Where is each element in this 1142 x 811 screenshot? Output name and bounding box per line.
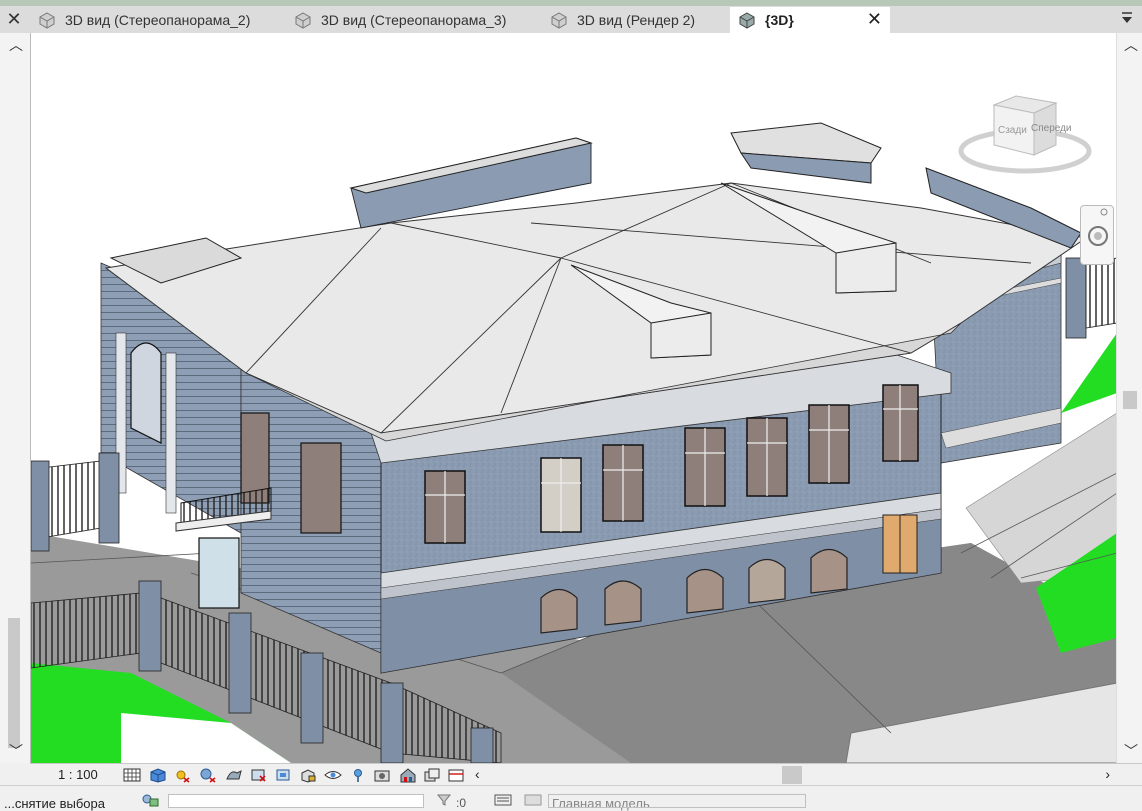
tab-stereopanorama-3[interactable]: 3D вид (Стереопанорама_3) — [286, 7, 544, 33]
building-3d-model[interactable] — [31, 33, 1116, 763]
3d-view-icon — [739, 12, 755, 29]
reveal-constraints-icon[interactable] — [422, 766, 442, 784]
scroll-down-icon[interactable]: ﹀ — [1124, 741, 1138, 761]
sun-path-icon[interactable] — [172, 766, 192, 784]
reveal-hidden-icon[interactable] — [348, 766, 368, 784]
viewcube[interactable]: Сзади Спереди — [958, 93, 1092, 175]
view-control-bar: 1 : 100 ‹ › — [30, 763, 1142, 785]
worksharing-display-icon[interactable] — [398, 766, 418, 784]
scroll-right-icon[interactable]: › — [1105, 766, 1110, 782]
crop-view-icon[interactable] — [248, 766, 268, 784]
steering-wheel-icon[interactable] — [1081, 206, 1115, 266]
analytical-model-icon[interactable] — [446, 766, 466, 784]
tab-list-dropdown-icon[interactable] — [1120, 10, 1134, 26]
show-crop-region-icon[interactable] — [273, 766, 293, 784]
tab-label: 3D вид (Стереопанорама_3) — [321, 12, 507, 28]
left-panel-scrollbar[interactable]: ︿ ﹀ — [0, 33, 30, 763]
scroll-thumb[interactable] — [1123, 391, 1137, 409]
tab-stereopanorama-2[interactable]: 3D вид (Стереопанорама_2) — [30, 7, 288, 33]
shadows-icon[interactable] — [198, 766, 218, 784]
status-hint: ...снятие выбора — [4, 796, 105, 811]
scroll-thumb[interactable] — [8, 618, 20, 748]
viewport-vertical-scrollbar[interactable]: ︿ ﹀ — [1116, 33, 1142, 763]
scroll-left-icon[interactable]: ‹ — [475, 766, 480, 782]
close-tab-icon[interactable]: ✕ — [867, 9, 882, 30]
detail-level-icon[interactable] — [122, 766, 142, 784]
scroll-up-icon[interactable]: ︿ — [1124, 35, 1138, 55]
status-bar: ...снятие выбора :0 Главная модель — [0, 785, 1142, 811]
temporary-properties-icon[interactable] — [372, 766, 392, 784]
tab-label: 3D вид (Стереопанорама_2) — [65, 12, 251, 28]
unlocked-3d-view-icon[interactable] — [298, 766, 318, 784]
filter-icon[interactable] — [436, 794, 456, 806]
3d-view-icon — [39, 12, 55, 29]
scroll-down-icon[interactable]: ﹀ — [9, 741, 23, 761]
selection-count: :0 — [456, 796, 467, 810]
view-scale[interactable]: 1 : 100 — [58, 767, 98, 782]
3d-view-icon — [295, 12, 311, 29]
design-options-icon[interactable] — [524, 794, 542, 806]
horizontal-scroll-thumb[interactable] — [782, 766, 802, 784]
3d-viewport[interactable] — [30, 33, 1116, 763]
navigation-bar[interactable] — [1080, 205, 1114, 265]
scroll-up-icon[interactable]: ︿ — [9, 35, 23, 55]
close-views-icon[interactable]: ✕ — [4, 9, 24, 29]
tab-3d[interactable]: {3D} ✕ — [730, 7, 890, 33]
workset-combo[interactable] — [168, 794, 424, 808]
visual-style-icon[interactable] — [148, 766, 168, 784]
editable-only-icon[interactable] — [494, 794, 512, 806]
render-icon[interactable] — [224, 766, 244, 784]
tab-label: 3D вид (Рендер 2) — [577, 12, 696, 28]
tab-render-2[interactable]: 3D вид (Рендер 2) — [542, 7, 730, 33]
temporary-hide-icon[interactable] — [323, 766, 343, 784]
tab-label: {3D} — [765, 12, 794, 28]
view-tab-bar: ✕ 3D вид (Стереопанорама_2) 3D вид (Стер… — [0, 0, 1142, 33]
viewcube-left-label: Сзади — [998, 125, 1027, 136]
viewcube-front-label: Спереди — [1031, 123, 1072, 134]
3d-view-icon — [551, 12, 567, 29]
design-option-combo[interactable] — [548, 794, 806, 808]
